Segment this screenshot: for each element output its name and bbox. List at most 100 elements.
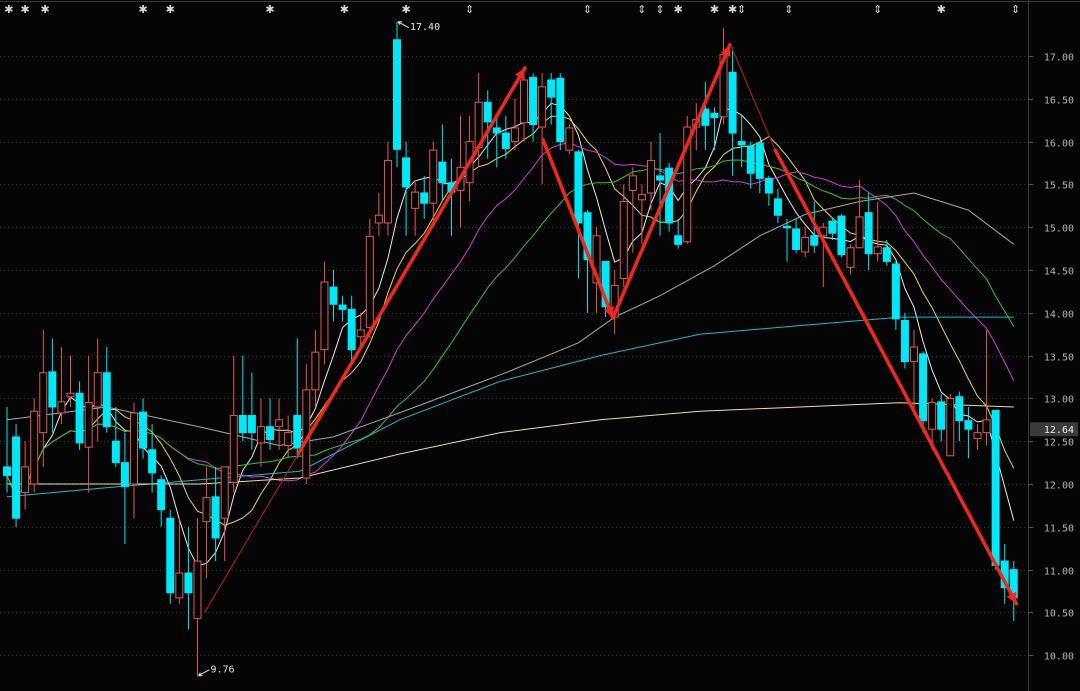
candle-body-down	[764, 177, 773, 194]
candle-body-down	[891, 263, 900, 320]
candle-body-up	[284, 432, 293, 446]
candle-body-up	[801, 236, 810, 253]
candle	[393, 21, 402, 168]
candle	[565, 124, 574, 155]
candle-body-down	[547, 79, 556, 98]
event-marker-icon: ⇕	[784, 3, 793, 16]
candle-body-down	[755, 142, 764, 179]
event-marker-icon: ✱	[674, 3, 683, 16]
candle-body-down	[157, 479, 166, 511]
candle-body-up	[229, 415, 238, 483]
candle-body-down	[792, 228, 801, 250]
candle-body-down	[393, 39, 402, 150]
candle	[946, 394, 955, 457]
candle	[30, 398, 39, 493]
candle	[665, 163, 674, 232]
candle-body-down	[674, 235, 683, 245]
candle-body-up	[973, 432, 982, 440]
candle-body-up	[129, 412, 138, 485]
candle-body-down	[492, 127, 501, 134]
candle-body-up	[93, 372, 102, 408]
event-marker-icon: ✱	[4, 3, 13, 16]
candle-body-up	[193, 560, 202, 619]
event-marker-icon: ✱	[265, 3, 274, 16]
candle-body-up	[928, 402, 937, 430]
candle-body-up	[873, 246, 882, 255]
candle-body-up	[429, 149, 438, 204]
event-marker-icon: ⇕	[583, 3, 592, 16]
candle-body-down	[919, 353, 928, 422]
event-marker-icon: ⇕	[873, 3, 882, 16]
candle-body-up	[220, 466, 229, 519]
candle-body-up	[39, 372, 48, 434]
candle-body-down	[810, 235, 819, 246]
candle-body-down	[483, 101, 492, 123]
event-marker-icon: ✱	[937, 3, 946, 16]
candle-body-up	[519, 79, 528, 124]
candle-body-down	[864, 212, 873, 255]
candle-body-down	[48, 371, 57, 408]
candle-body-up	[946, 397, 955, 457]
candle-body-up	[57, 401, 66, 414]
candle-body-down	[438, 161, 447, 184]
event-marker-icon: ✱	[728, 3, 737, 16]
candle-body-up	[374, 214, 383, 224]
event-marker-icon: ✱	[21, 3, 30, 16]
candle-body-down	[75, 392, 84, 444]
y-tick-label: 15.00	[1044, 224, 1074, 235]
y-tick-label: 16.50	[1044, 96, 1074, 107]
candle-body-down	[837, 215, 846, 256]
candle-body-down	[656, 175, 665, 181]
candle-body-down	[293, 415, 302, 449]
candle-body-down	[783, 225, 792, 229]
candle	[900, 312, 909, 369]
candle	[991, 409, 1000, 570]
candle-body-down	[102, 372, 111, 428]
candle-body-up	[175, 572, 184, 599]
candle-body-up	[21, 466, 30, 494]
event-marker-icon: ⇕	[637, 3, 646, 16]
candlestick-chart[interactable]: 17.00 16.50 16.00 15.50 15.00 14.50 14.00 13.50…	[0, 0, 1080, 691]
event-marker-icon: ✱	[40, 3, 49, 16]
y-tick-label: 16.00	[1044, 139, 1074, 150]
candle-body-up	[275, 419, 284, 428]
candle-body-down	[900, 320, 909, 363]
candle	[365, 218, 374, 339]
candle-body-up	[628, 175, 637, 191]
candle-body-down	[574, 151, 583, 224]
candle-body-down	[211, 496, 220, 539]
candle-body-down	[710, 112, 719, 119]
event-marker-icon: ✱	[340, 3, 349, 16]
candle-body-up	[202, 497, 211, 523]
current-price-label: 12.64	[1044, 425, 1074, 436]
event-marker-icon: ✱	[401, 3, 410, 16]
y-tick-label: 11.00	[1044, 567, 1074, 578]
candle-body-down	[964, 420, 973, 430]
candle-body-up	[320, 281, 329, 351]
candle-body-down	[773, 198, 782, 216]
candle-body-up	[855, 216, 864, 249]
candle-body-down	[120, 462, 129, 488]
y-tick-label: 13.50	[1044, 353, 1074, 364]
event-marker-icon: ✱	[166, 3, 175, 16]
candle-body-down	[347, 308, 356, 351]
event-marker-icon: ⇕	[737, 3, 746, 16]
candle-body-up	[538, 86, 547, 128]
candle-body-down	[529, 76, 538, 125]
candle-body-down	[166, 517, 175, 594]
candle-body-up	[510, 127, 519, 143]
y-tick-label: 14.00	[1044, 310, 1074, 321]
candle-body-down	[501, 132, 510, 149]
candle-body-up	[646, 159, 655, 194]
candle-body-up	[30, 410, 39, 485]
candle-body-down	[746, 145, 755, 174]
y-tick-label: 13.00	[1044, 395, 1074, 406]
candle-body-down	[402, 157, 411, 188]
candle-body-down	[737, 141, 746, 146]
candle-body-up	[982, 419, 991, 434]
candle	[556, 73, 565, 151]
candle-body-up	[846, 247, 855, 268]
candle-body-up	[311, 351, 320, 391]
candle-body-up	[66, 392, 75, 398]
candle-body-down	[139, 411, 148, 449]
